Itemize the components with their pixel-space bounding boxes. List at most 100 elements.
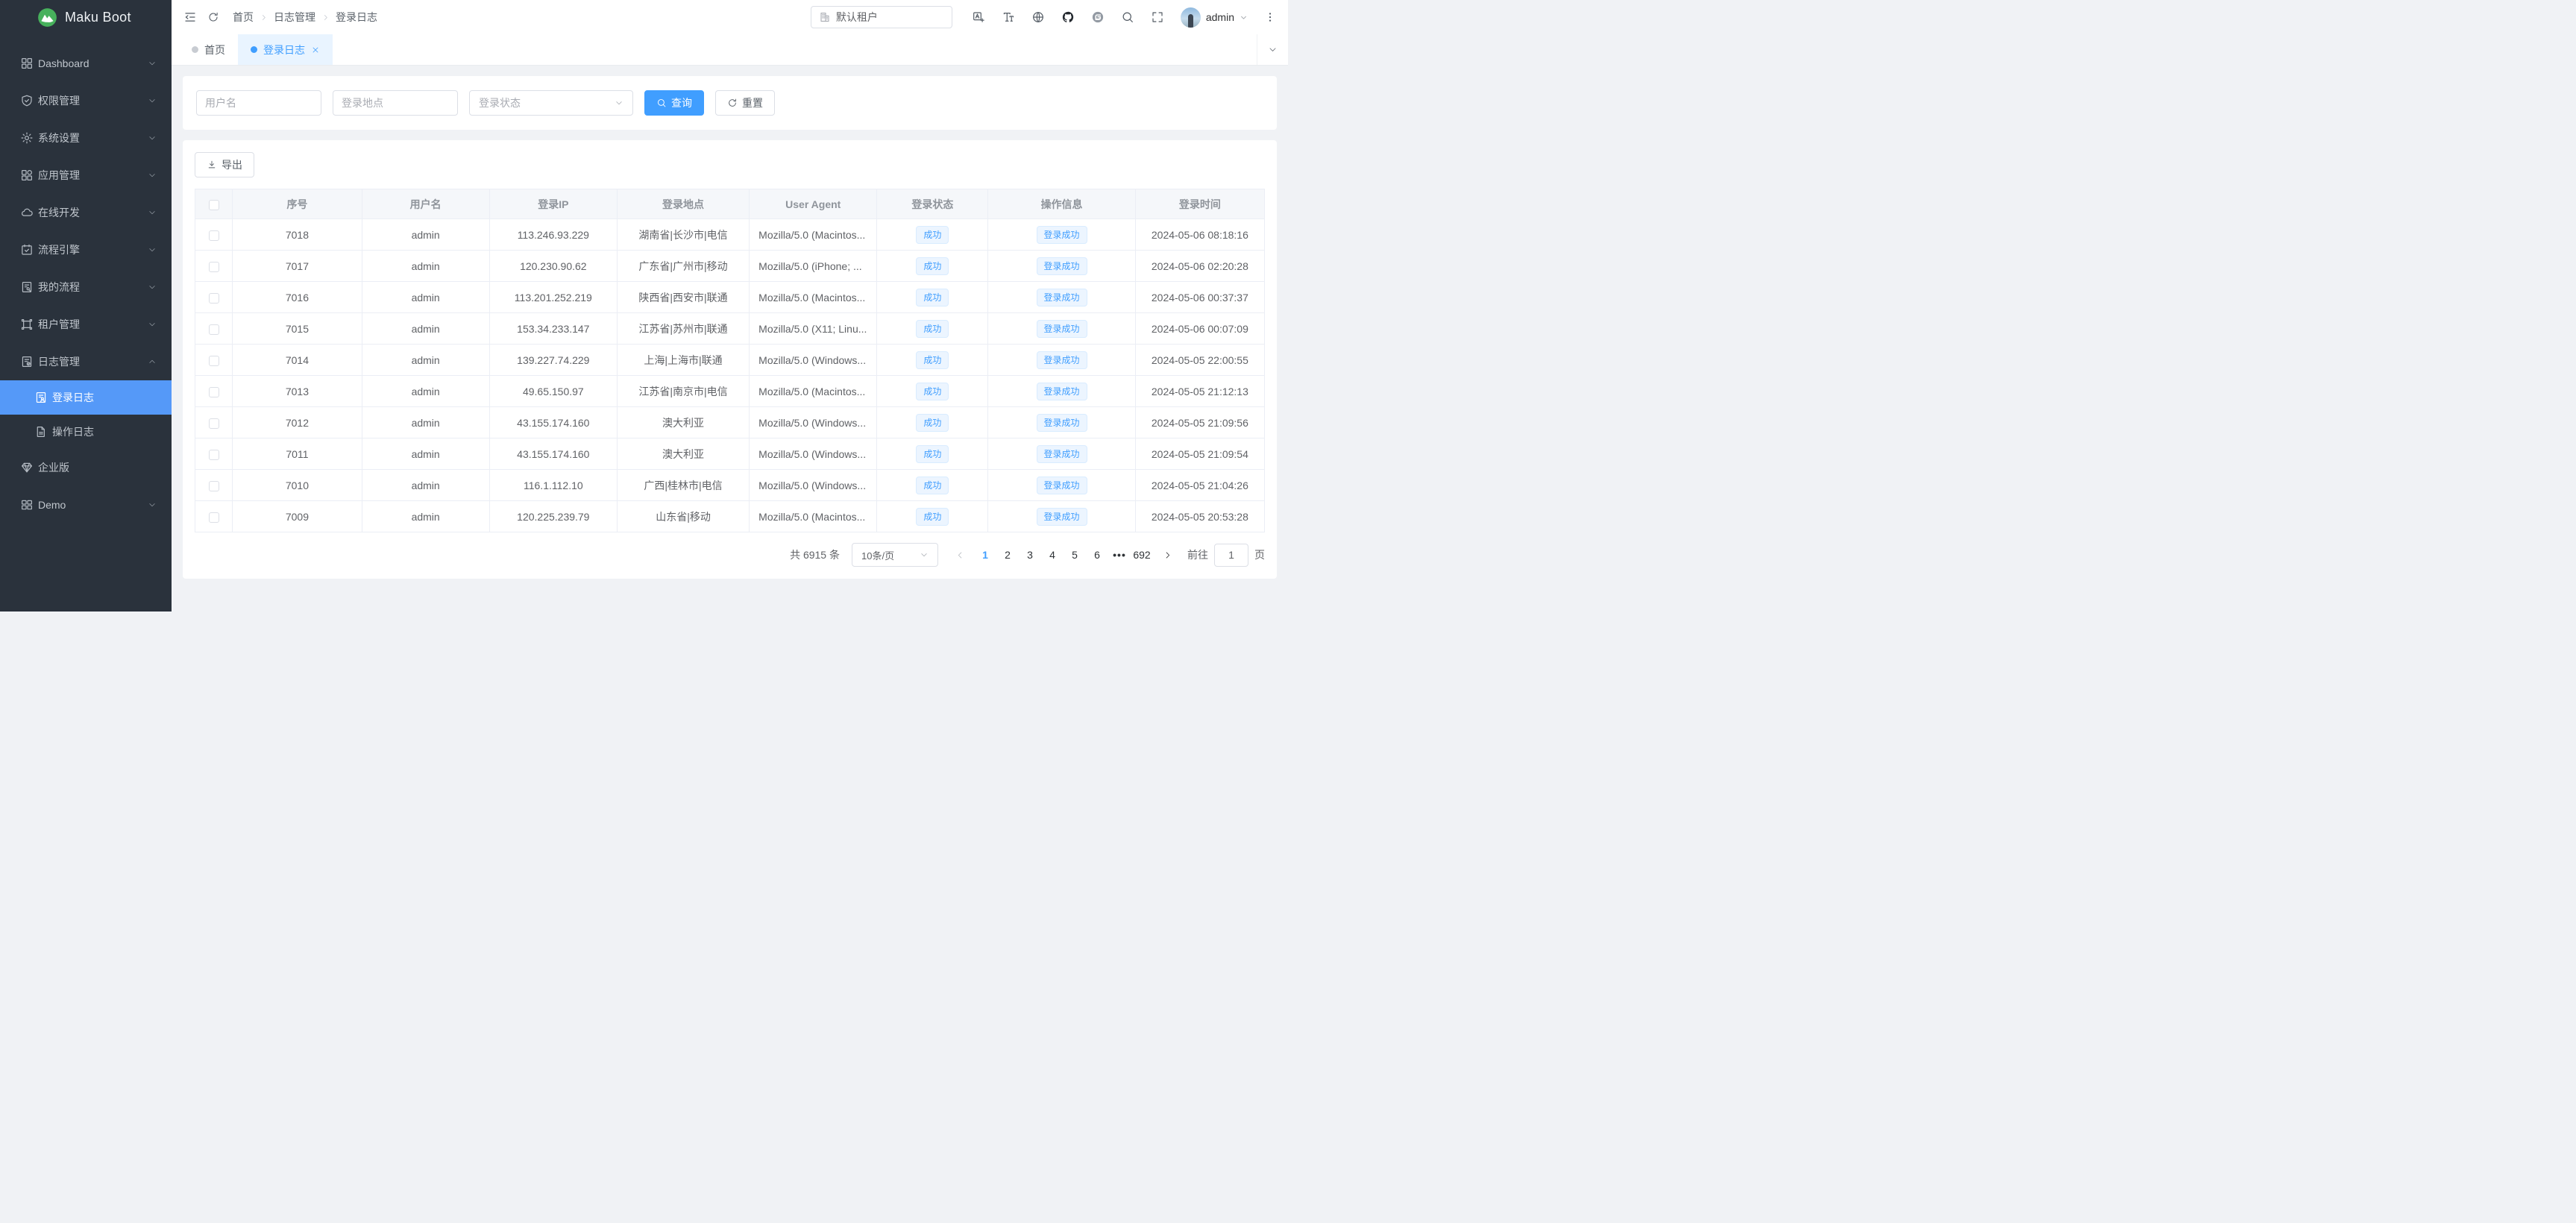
user-name: admin <box>1206 11 1234 23</box>
sidebar-item-label: 租户管理 <box>38 317 143 332</box>
row-select-cell <box>195 470 233 501</box>
cell-user-agent: Mozilla/5.0 (Macintos... <box>750 501 877 532</box>
row-checkbox[interactable] <box>209 262 219 272</box>
goto-page-input[interactable] <box>1214 544 1248 567</box>
search-icon[interactable] <box>1121 10 1134 24</box>
app-grid-icon <box>20 169 34 182</box>
cell-username: admin <box>362 345 489 376</box>
page-number[interactable]: 6 <box>1086 543 1108 567</box>
cell-location: 广西|桂林市|电信 <box>617 470 749 501</box>
row-checkbox[interactable] <box>209 324 219 335</box>
sidebar-item-dashboard[interactable]: Dashboard <box>0 45 172 82</box>
username-input[interactable] <box>196 90 321 116</box>
cell-status: 成功 <box>877 345 988 376</box>
tab-label: 登录日志 <box>263 43 305 57</box>
sidebar-item-workflow-engine[interactable]: 流程引擎 <box>0 231 172 268</box>
cell-status: 成功 <box>877 438 988 470</box>
sidebar-item-operate-log[interactable]: 操作日志 <box>0 415 172 449</box>
cell-operation: 登录成功 <box>988 251 1135 282</box>
cell-user-agent: Mozilla/5.0 (Windows... <box>750 345 877 376</box>
cell-username: admin <box>362 376 489 407</box>
page-number[interactable]: 5 <box>1064 543 1086 567</box>
cell-location: 上海|上海市|联通 <box>617 345 749 376</box>
select-all-checkbox[interactable] <box>209 200 219 210</box>
pages-ellipsis: ••• <box>1108 543 1131 567</box>
row-select-cell <box>195 501 233 532</box>
goto-unit-label: 页 <box>1254 547 1265 562</box>
query-button[interactable]: 查询 <box>644 90 704 116</box>
page-size-select[interactable]: 10条/页 <box>852 543 938 567</box>
more-vertical-icon[interactable] <box>1264 11 1276 23</box>
page-number[interactable]: 3 <box>1019 543 1041 567</box>
status-select[interactable]: 登录状态 <box>469 90 633 116</box>
sidebar-item-enterprise[interactable]: 企业版 <box>0 449 172 486</box>
font-size-icon[interactable] <box>1002 10 1015 24</box>
user-menu[interactable]: admin <box>1181 7 1248 28</box>
breadcrumb-item[interactable]: 登录日志 <box>336 10 377 25</box>
sidebar-item-tenant-management[interactable]: 租户管理 <box>0 306 172 343</box>
fullscreen-icon[interactable] <box>1151 10 1164 24</box>
tab-登录日志[interactable]: 登录日志 <box>238 34 333 65</box>
breadcrumb-item[interactable]: 首页 <box>233 10 254 25</box>
page-number[interactable]: 1 <box>974 543 996 567</box>
cell-id: 7017 <box>233 251 362 282</box>
status-badge: 成功 <box>916 289 949 306</box>
select-all-cell <box>195 189 233 219</box>
sidebar-item-my-workflow[interactable]: 我的流程 <box>0 268 172 306</box>
prev-page-button[interactable] <box>950 543 970 567</box>
gitee-icon[interactable] <box>1091 10 1105 24</box>
sidebar-item-demo[interactable]: Demo <box>0 486 172 524</box>
row-checkbox[interactable] <box>209 387 219 397</box>
row-checkbox[interactable] <box>209 450 219 460</box>
sidebar: Maku Boot Dashboard权限管理系统设置应用管理在线开发流程引擎我… <box>0 0 172 612</box>
cell-user-agent: Mozilla/5.0 (Macintos... <box>750 376 877 407</box>
github-icon[interactable] <box>1061 10 1075 24</box>
row-checkbox[interactable] <box>209 418 219 429</box>
app-title: Maku Boot <box>65 10 131 25</box>
refresh-icon[interactable] <box>207 11 219 23</box>
sidebar-item-system-settings[interactable]: 系统设置 <box>0 119 172 157</box>
app-logo[interactable]: Maku Boot <box>0 0 172 34</box>
tabs: 首页 登录日志 <box>179 34 333 65</box>
translate-icon[interactable] <box>972 10 985 24</box>
export-button[interactable]: 导出 <box>195 152 254 177</box>
page-number[interactable]: 2 <box>996 543 1019 567</box>
cell-operation: 登录成功 <box>988 470 1135 501</box>
demo-grid-icon <box>20 498 34 512</box>
cell-id: 7013 <box>233 376 362 407</box>
row-checkbox[interactable] <box>209 230 219 241</box>
row-checkbox[interactable] <box>209 293 219 304</box>
status-badge: 成功 <box>916 351 949 369</box>
cell-location: 澳大利亚 <box>617 438 749 470</box>
page-number[interactable]: 692 <box>1131 543 1153 567</box>
sidebar-item-log-management[interactable]: 日志管理 <box>0 343 172 380</box>
page-number[interactable]: 4 <box>1041 543 1064 567</box>
tab-首页[interactable]: 首页 <box>179 34 238 65</box>
sidebar-item-label: 系统设置 <box>38 131 143 145</box>
sidebar-item-login-log[interactable]: 登录日志 <box>0 380 172 415</box>
location-input[interactable] <box>333 90 458 116</box>
sidebar-item-label: 流程引擎 <box>38 242 143 257</box>
sidebar-item-app-management[interactable]: 应用管理 <box>0 157 172 194</box>
sidebar-item-online-dev[interactable]: 在线开发 <box>0 194 172 231</box>
cell-ip: 43.155.174.160 <box>489 438 617 470</box>
sidebar-item-permission[interactable]: 权限管理 <box>0 82 172 119</box>
sidebar-collapse-icon[interactable] <box>183 10 197 24</box>
row-checkbox[interactable] <box>209 481 219 491</box>
globe-icon[interactable] <box>1031 10 1045 24</box>
page-list: 123456•••692 <box>974 543 1153 567</box>
cell-status: 成功 <box>877 376 988 407</box>
chevron-right-icon <box>321 13 330 22</box>
row-checkbox[interactable] <box>209 512 219 523</box>
close-icon[interactable] <box>311 45 320 54</box>
cell-username: admin <box>362 470 489 501</box>
breadcrumb-item[interactable]: 日志管理 <box>274 10 315 25</box>
doc-search-icon <box>20 280 34 294</box>
chevron-down-icon <box>148 500 157 509</box>
row-checkbox[interactable] <box>209 356 219 366</box>
next-page-button[interactable] <box>1157 543 1177 567</box>
reset-button[interactable]: 重置 <box>715 90 775 116</box>
tabs-dropdown-button[interactable] <box>1257 34 1288 65</box>
status-badge: 成功 <box>916 320 949 338</box>
tenant-select[interactable]: 默认租户 <box>811 6 952 28</box>
